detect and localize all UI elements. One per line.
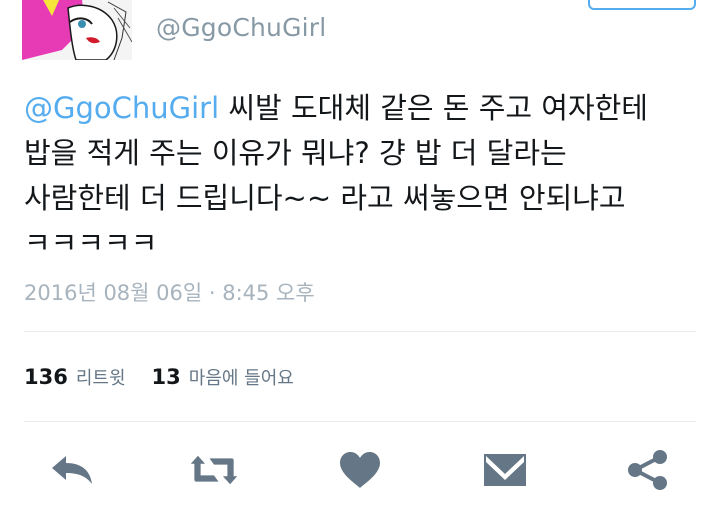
avatar-illustration: [22, 0, 132, 60]
retweet-icon: [190, 455, 238, 485]
share-icon: [628, 450, 667, 490]
heart-icon: [340, 452, 380, 488]
reply-button[interactable]: [47, 448, 97, 492]
tweet-text: @GgoChuGirl 씨발 도대체 같은 돈 주고 여자한테 밥을 적게 주는…: [24, 86, 714, 266]
like-button[interactable]: [335, 448, 385, 492]
direct-message-button[interactable]: [480, 448, 530, 492]
tweet-text-line-3: 사람한테 더 드립니다~~ 라고 써놓으면 안되냐고: [24, 181, 626, 215]
likes-count: 13: [151, 365, 181, 389]
reply-icon: [52, 456, 92, 484]
divider: [24, 331, 696, 332]
tweet-stats: 136 리트윗 13 마음에 들어요: [24, 364, 320, 390]
tweet-text-line-2: 밥을 적게 주는 이유가 뭐냐? 걍 밥 더 달라는: [24, 136, 567, 170]
follow-button[interactable]: [588, 0, 696, 10]
tweet-text-line-1: @GgoChuGirl 씨발 도대체 같은 돈 주고 여자한테: [24, 86, 714, 131]
tweet-text-line-1-rest: 씨발 도대체 같은 돈 주고 여자한테: [219, 91, 648, 125]
mention-link[interactable]: @GgoChuGirl: [24, 91, 219, 125]
tweet-text-line-4: ㅋㅋㅋㅋㅋ: [24, 226, 158, 260]
retweets-stat[interactable]: 136 리트윗: [24, 364, 126, 390]
retweets-label: 리트윗: [75, 368, 126, 389]
avatar[interactable]: [22, 0, 132, 60]
likes-label: 마음에 들어요: [188, 368, 294, 389]
tweet-timestamp: 2016년 08월 06일 · 8:45 오후: [24, 281, 315, 305]
tweet-action-bar: [0, 440, 720, 500]
retweets-count: 136: [24, 365, 68, 389]
envelope-icon: [484, 454, 526, 486]
retweet-button[interactable]: [189, 448, 239, 492]
share-button[interactable]: [623, 448, 673, 492]
likes-stat[interactable]: 13 마음에 들어요: [152, 364, 294, 390]
divider: [24, 421, 696, 422]
user-handle[interactable]: @GgoChuGirl: [156, 13, 326, 42]
